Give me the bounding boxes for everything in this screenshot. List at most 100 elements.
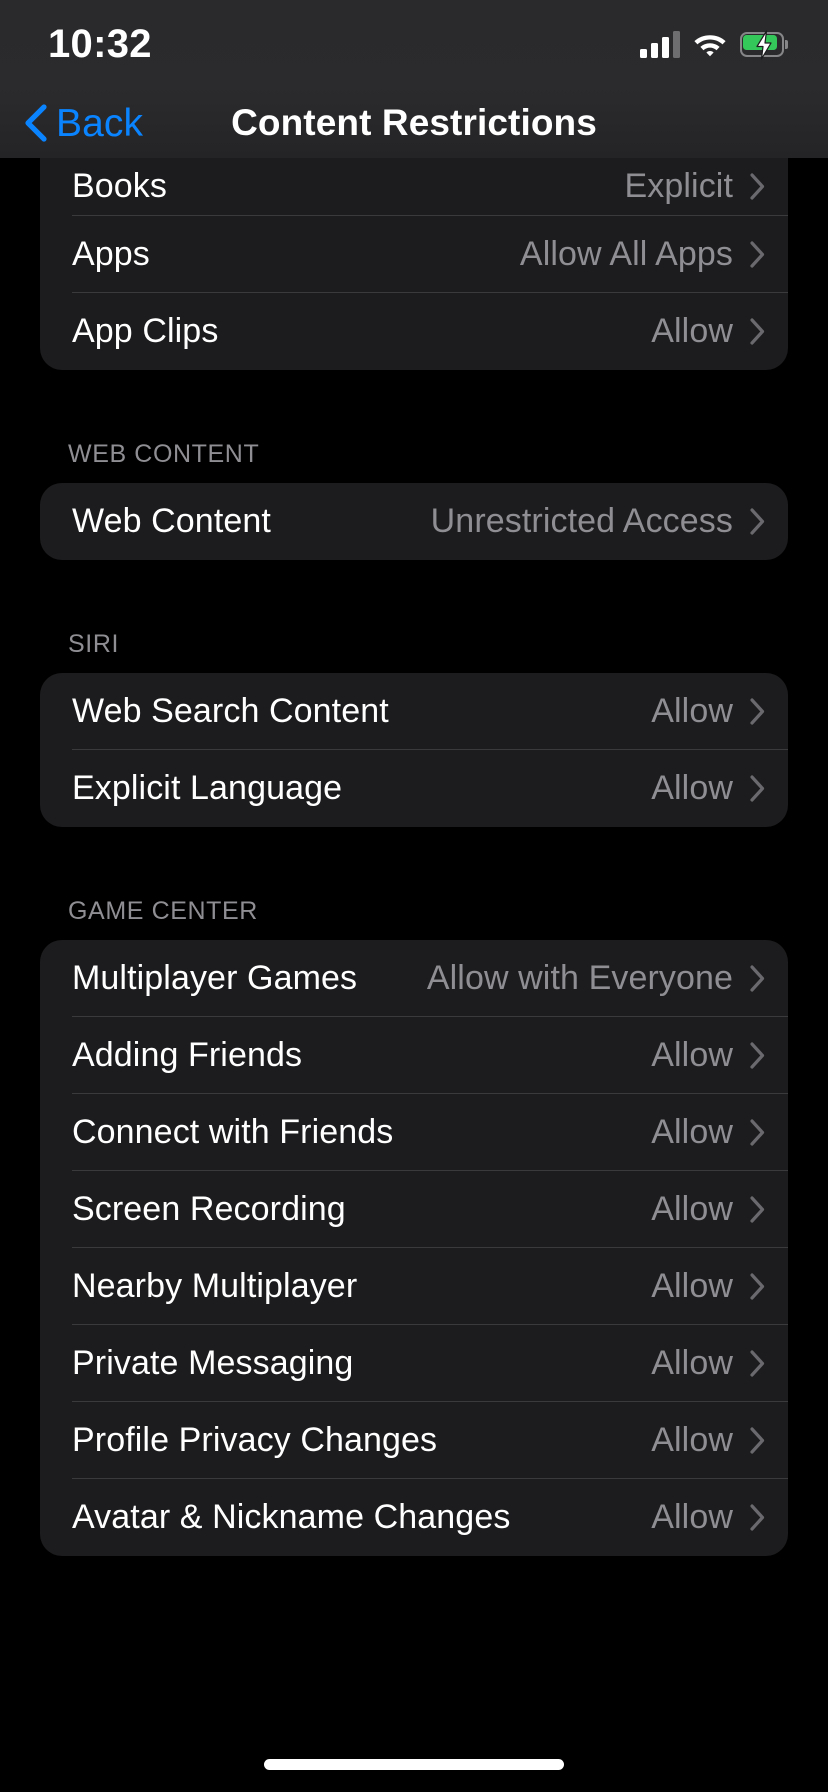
chevron-right-icon xyxy=(750,241,765,268)
settings-row-value: Allow with Everyone xyxy=(426,959,733,997)
settings-row-value: Allow xyxy=(651,1113,733,1151)
settings-row-value: Explicit xyxy=(624,167,733,205)
settings-row-value: Allow All Apps xyxy=(519,235,733,273)
settings-row-label: Books xyxy=(72,167,167,205)
settings-row[interactable]: Books Explicit xyxy=(40,158,788,216)
back-button[interactable]: Back xyxy=(22,88,143,158)
settings-row-label: Private Messaging xyxy=(72,1344,354,1382)
settings-row-detail: Allow xyxy=(651,1498,766,1537)
wifi-icon xyxy=(693,32,727,57)
settings-row-label: Profile Privacy Changes xyxy=(72,1421,438,1459)
chevron-right-icon xyxy=(750,508,765,535)
settings-row[interactable]: Private Messaging Allow xyxy=(40,1325,788,1402)
settings-row[interactable]: Web Content Unrestricted Access xyxy=(40,483,788,560)
settings-row[interactable]: Screen Recording Allow xyxy=(40,1171,788,1248)
settings-section: WEB CONTENT Web Content Unrestricted Acces… xyxy=(0,440,828,560)
battery-charging-icon xyxy=(740,29,788,60)
chevron-right-icon xyxy=(750,318,765,345)
settings-row-value: Allow xyxy=(651,769,733,807)
chevron-right-icon xyxy=(750,965,765,992)
iphone-screen: 10:32 Back Content Restrictions Books Ex… xyxy=(0,0,828,1792)
section-header: SIRI xyxy=(68,630,120,658)
status-bar-clock: 10:32 xyxy=(48,22,152,66)
chevron-left-icon xyxy=(25,104,47,142)
status-bar-indicators xyxy=(640,29,788,60)
settings-card: Web Search Content Allow Explicit Language… xyxy=(40,673,788,827)
settings-row-label: Apps xyxy=(72,235,150,273)
settings-row-detail: Allow All Apps xyxy=(520,235,766,274)
settings-row-detail: Allow xyxy=(651,1113,766,1152)
settings-row-detail: Unrestricted Access xyxy=(431,502,766,541)
section-header: WEB CONTENT xyxy=(68,440,260,468)
section-header: GAME CENTER xyxy=(68,897,258,925)
settings-row[interactable]: Explicit Language Allow xyxy=(40,750,788,827)
chevron-right-icon xyxy=(750,1042,765,1069)
settings-row-value: Allow xyxy=(651,1190,733,1228)
settings-row-detail: Allow xyxy=(651,1036,766,1075)
chevron-right-icon xyxy=(750,173,765,200)
chevron-right-icon xyxy=(750,775,765,802)
settings-row-label: App Clips xyxy=(72,312,219,350)
home-indicator xyxy=(264,1759,564,1770)
settings-row-detail: Allow xyxy=(651,312,766,351)
settings-row-value: Unrestricted Access xyxy=(430,502,733,540)
settings-row-value: Allow xyxy=(651,312,733,350)
chevron-right-icon xyxy=(750,1504,765,1531)
cellular-signal-icon xyxy=(640,30,680,58)
settings-row-value: Allow xyxy=(651,1267,733,1305)
settings-row-label: Web Search Content xyxy=(72,692,389,730)
settings-row[interactable]: Nearby Multiplayer Allow xyxy=(40,1248,788,1325)
chevron-right-icon xyxy=(750,698,765,725)
settings-row[interactable]: Profile Privacy Changes Allow xyxy=(40,1402,788,1479)
settings-row-detail: Explicit xyxy=(625,167,767,206)
settings-row-value: Allow xyxy=(651,1344,733,1382)
chevron-right-icon xyxy=(750,1273,765,1300)
settings-row-detail: Allow with Everyone xyxy=(427,959,766,998)
settings-row[interactable]: Connect with Friends Allow xyxy=(40,1094,788,1171)
settings-section: GAME CENTER Multiplayer Games Allow with E… xyxy=(0,897,828,1556)
settings-row-detail: Allow xyxy=(651,1190,766,1229)
settings-row-detail: Allow xyxy=(651,1267,766,1306)
chevron-right-icon xyxy=(750,1427,765,1454)
settings-row-label: Adding Friends xyxy=(72,1036,303,1074)
back-button-label: Back xyxy=(56,101,144,145)
settings-row-detail: Allow xyxy=(651,1421,766,1460)
settings-row-value: Allow xyxy=(651,1036,733,1074)
settings-row-label: Nearby Multiplayer xyxy=(72,1267,358,1305)
settings-section: SIRI Web Search Content Allow Explicit Lang… xyxy=(0,630,828,827)
settings-row-detail: Allow xyxy=(651,769,766,808)
settings-row-value: Allow xyxy=(651,1421,733,1459)
settings-card: Books Explicit Apps Allow All Apps App Clips… xyxy=(40,158,788,370)
chevron-right-icon xyxy=(750,1350,765,1377)
settings-row-label: Explicit Language xyxy=(72,769,343,807)
chevron-right-icon xyxy=(750,1196,765,1223)
settings-row-label: Avatar & Nickname Changes xyxy=(72,1498,511,1536)
settings-row-label: Screen Recording xyxy=(72,1190,346,1228)
settings-row-label: Connect with Friends xyxy=(72,1113,394,1151)
settings-row-label: Multiplayer Games xyxy=(72,959,358,997)
settings-row-detail: Allow xyxy=(651,1344,766,1383)
settings-row[interactable]: Web Search Content Allow xyxy=(40,673,788,750)
navigation-bar: Back Content Restrictions xyxy=(0,88,828,158)
settings-row-value: Allow xyxy=(651,692,733,730)
settings-list[interactable]: Books Explicit Apps Allow All Apps App Clips… xyxy=(0,158,828,1792)
settings-row[interactable]: Apps Allow All Apps xyxy=(40,216,788,293)
settings-card: Web Content Unrestricted Access xyxy=(40,483,788,560)
settings-section: Books Explicit Apps Allow All Apps App Clips… xyxy=(0,158,828,370)
settings-row[interactable]: Adding Friends Allow xyxy=(40,1017,788,1094)
settings-row-value: Allow xyxy=(651,1498,733,1536)
settings-row-label: Web Content xyxy=(72,502,271,540)
status-bar: 10:32 xyxy=(0,0,828,88)
settings-row-detail: Allow xyxy=(651,692,766,731)
settings-row[interactable]: Avatar & Nickname Changes Allow xyxy=(40,1479,788,1556)
settings-card: Multiplayer Games Allow with Everyone Addi… xyxy=(40,940,788,1556)
chevron-right-icon xyxy=(750,1119,765,1146)
settings-row[interactable]: App Clips Allow xyxy=(40,293,788,370)
settings-row[interactable]: Multiplayer Games Allow with Everyone xyxy=(40,940,788,1017)
